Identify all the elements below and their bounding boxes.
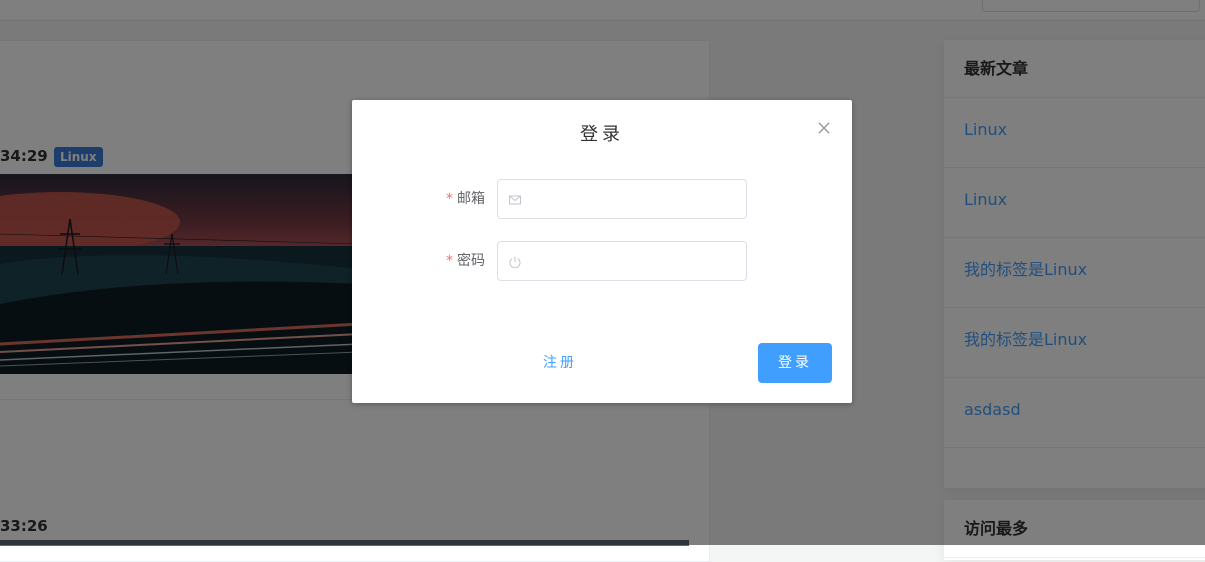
login-dialog: 登录 * 邮箱 * 密码 注册 登录 [352, 100, 852, 403]
dialog-title: 登录 [580, 124, 624, 145]
email-label-text: 邮箱 [457, 191, 485, 207]
power-icon [508, 254, 522, 269]
password-label-text: 密码 [457, 253, 485, 269]
required-mark: * [446, 191, 453, 207]
password-form-item: * 密码 [352, 241, 852, 281]
required-mark: * [446, 253, 453, 269]
password-input[interactable] [528, 242, 738, 280]
email-input-wrapper[interactable] [497, 179, 747, 219]
email-label: * 邮箱 [446, 179, 485, 219]
email-form-item: * 邮箱 [352, 179, 852, 219]
close-icon[interactable] [816, 120, 832, 136]
register-button[interactable]: 注册 [532, 343, 588, 383]
login-button[interactable]: 登录 [758, 343, 832, 383]
email-input[interactable] [528, 180, 738, 218]
password-label: * 密码 [446, 241, 485, 281]
password-input-wrapper[interactable] [497, 241, 747, 281]
mail-icon [508, 192, 522, 206]
